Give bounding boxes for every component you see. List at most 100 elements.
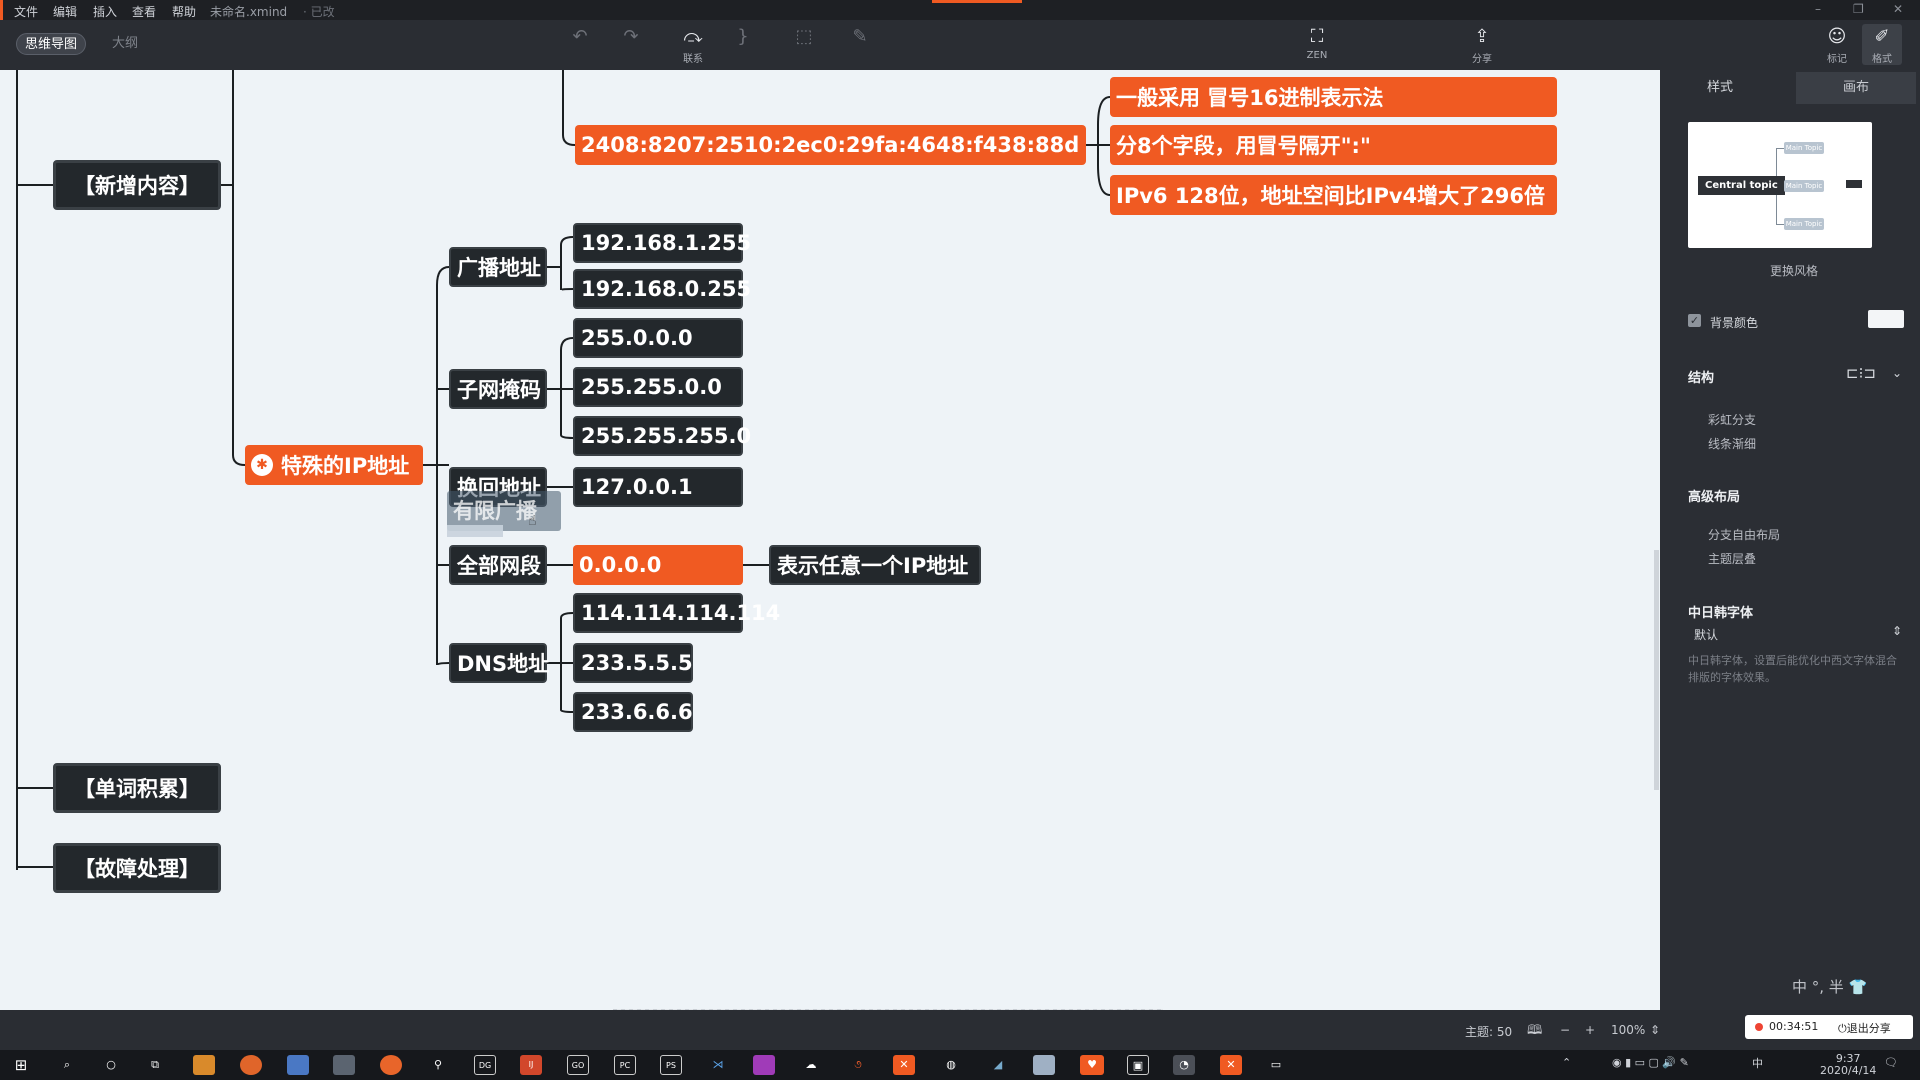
task-view-icon[interactable]: ⧉ — [144, 1055, 166, 1075]
app-icon-swirl[interactable]: ૭ — [847, 1055, 869, 1075]
zoom-out-button[interactable]: − — [1560, 1023, 1570, 1037]
goland-icon[interactable]: GO — [567, 1055, 589, 1075]
share-button[interactable]: ⇪ 分享 — [1462, 24, 1502, 65]
topic-dns[interactable]: DNS地址 — [449, 643, 549, 683]
panel-tab-canvas[interactable]: 画布 — [1796, 72, 1916, 104]
topic-ipv6-address[interactable]: 2408:8207:2510:2ec0:29fa:4648:f438:88d — [575, 125, 1086, 165]
browser-icon[interactable] — [240, 1055, 262, 1075]
tray-clock[interactable]: 9:37 2020/4/14 — [1820, 1053, 1876, 1077]
undo-button[interactable]: ↶ — [560, 24, 600, 50]
structure-icon[interactable]: ⊏⁝⊐ — [1846, 364, 1876, 382]
note-button[interactable]: ✎ — [840, 24, 880, 50]
zen-button[interactable]: ⛶ ZEN — [1297, 24, 1337, 61]
wechat-icon[interactable]: ◔ — [1173, 1055, 1195, 1075]
menu-file[interactable]: 文件 — [14, 3, 38, 20]
app-icon-doc[interactable] — [1033, 1055, 1055, 1075]
vscode-icon[interactable]: ⋊ — [707, 1055, 729, 1075]
topic-overlap-option[interactable]: 主题层叠 — [1708, 550, 1756, 567]
app-icon-cloud[interactable]: ☁ — [800, 1055, 822, 1075]
topic-subnet-mask-value-3[interactable]: 255.255.255.0 — [573, 416, 751, 456]
minimize-icon[interactable]: – — [1815, 2, 1821, 16]
zoom-in-button[interactable]: + — [1585, 1023, 1595, 1037]
store-icon[interactable] — [287, 1055, 309, 1075]
search-icon[interactable]: ⌕ — [56, 1055, 78, 1075]
free-layout-option[interactable]: 分支自由布局 — [1708, 526, 1780, 543]
mail-icon[interactable] — [333, 1055, 355, 1075]
map-view-icon[interactable]: 🕮 — [1527, 1021, 1542, 1043]
menu-help[interactable]: 帮助 — [172, 3, 196, 20]
windows-start-icon[interactable]: ⊞ — [10, 1055, 32, 1075]
rainbow-branch-option[interactable]: 彩虹分支 — [1708, 411, 1756, 428]
firefox-icon[interactable] — [380, 1055, 402, 1075]
relationship-button[interactable]: ⤼ 联系 — [673, 24, 713, 65]
menu-edit[interactable]: 编辑 — [53, 3, 77, 20]
zoom-level[interactable]: 100% — [1611, 1023, 1645, 1037]
panel-tab-style[interactable]: 样式 — [1660, 72, 1780, 104]
format-button[interactable]: ✐ 格式 — [1862, 24, 1902, 65]
topic-broadcast-value-2[interactable]: 192.168.0.255 — [573, 269, 751, 309]
app-icon-chrome[interactable]: ◍ — [940, 1055, 962, 1075]
mindmap-canvas[interactable]: 【新增内容】 【单词积累】 【故障处理】 2408:8207:2510:2ec0… — [0, 70, 1660, 1010]
cjk-font-select[interactable]: 默认 — [1694, 626, 1718, 643]
select-arrows-icon[interactable]: ⇕ — [1892, 624, 1902, 638]
intellij-icon[interactable]: IJ — [520, 1055, 542, 1075]
tab-outline[interactable]: 大纲 — [104, 33, 146, 55]
topic-ipv6-note-1[interactable]: 一般采用 冒号16进制表示法 — [1110, 77, 1557, 117]
topic-dns-value-3[interactable]: 233.6.6.6 — [573, 692, 693, 732]
topic-broadcast[interactable]: 广播地址 — [449, 247, 547, 287]
app-icon-purple[interactable] — [753, 1055, 775, 1075]
topic-loopback-value[interactable]: 127.0.0.1 — [573, 467, 743, 507]
pycharm-icon[interactable]: PC — [614, 1055, 636, 1075]
topic-dns-value-1[interactable]: 114.114.114.114 — [573, 593, 780, 633]
notification-icon[interactable]: 🗨 — [1884, 1057, 1898, 1069]
chevron-down-icon[interactable]: ⌄ — [1892, 366, 1902, 380]
redo-button[interactable]: ↷ — [611, 24, 651, 50]
drop-indicator — [447, 525, 503, 537]
topic-all-networks-value[interactable]: 0.0.0.0 — [573, 545, 743, 585]
tray-chevron-icon[interactable]: ⌃ — [1562, 1057, 1571, 1069]
topic-ipv6-note-3[interactable]: IPv6 128位，地址空间比IPv4增大了296倍 — [1110, 175, 1557, 215]
datagrip-icon[interactable]: DG — [474, 1055, 496, 1075]
topic-special-ip[interactable]: ✱ 特殊的IP地址 — [245, 445, 423, 485]
close-icon[interactable]: ✕ — [1893, 2, 1903, 16]
tab-mindmap[interactable]: 思维导图 — [16, 33, 87, 55]
summary-button[interactable]: } — [723, 24, 763, 50]
topic-broadcast-value-1[interactable]: 192.168.1.255 — [573, 223, 751, 263]
vertical-scrollbar[interactable] — [1654, 550, 1659, 790]
cortana-icon[interactable]: ○ — [100, 1055, 122, 1075]
topic-new-content[interactable]: 【新增内容】 — [53, 160, 221, 210]
bg-color-checkbox[interactable]: ✓ — [1688, 314, 1701, 327]
phpstorm-icon[interactable]: PS — [660, 1055, 682, 1075]
boundary-button[interactable]: ⬚ — [784, 24, 824, 50]
ime-indicator[interactable]: 中 — [1752, 1058, 1763, 1070]
tray-app-icons[interactable]: ◉ ▮ ▭ ▢ 🔊 ✎ — [1612, 1057, 1689, 1069]
app-icon-fin[interactable]: ◢ — [987, 1055, 1009, 1075]
file-explorer-icon[interactable] — [193, 1055, 215, 1075]
menu-insert[interactable]: 插入 — [93, 3, 117, 20]
topic-troubleshooting[interactable]: 【故障处理】 — [53, 843, 221, 893]
maximize-icon[interactable]: ❐ — [1853, 2, 1864, 16]
topic-subnet-mask[interactable]: 子网掩码 — [449, 369, 547, 409]
topic-all-networks[interactable]: 全部网段 — [449, 545, 547, 585]
topic-vocabulary[interactable]: 【单词积累】 — [53, 763, 221, 813]
app-icon-terminal[interactable]: ▭ — [1265, 1055, 1287, 1075]
xmind-taskbar-icon[interactable]: ✕ — [893, 1055, 915, 1075]
theme-thumbnail[interactable]: Central topic Main Topic Main Topic Main… — [1688, 122, 1872, 248]
topic-subnet-mask-value-2[interactable]: 255.255.0.0 — [573, 367, 743, 407]
exit-share-button[interactable]: ⏻退出分享 — [1838, 1020, 1891, 1036]
line-taper-option[interactable]: 线条渐细 — [1708, 435, 1756, 452]
topic-dns-value-2[interactable]: 233.5.5.5 — [573, 643, 693, 683]
app-icon-heart[interactable]: ♥ — [1080, 1055, 1104, 1075]
xmind-taskbar-icon-2[interactable]: ✕ — [1220, 1055, 1242, 1075]
marker-button[interactable]: ☺ 标记 — [1817, 24, 1857, 65]
tool-icon[interactable]: ⚲ — [427, 1055, 449, 1075]
zoom-arrows-icon[interactable]: ⇕ — [1650, 1023, 1660, 1037]
app-icon-screen[interactable]: ▣ — [1127, 1055, 1149, 1075]
bg-color-swatch[interactable] — [1868, 310, 1904, 328]
change-style-link[interactable]: 更换风格 — [1770, 262, 1818, 279]
menu-view[interactable]: 查看 — [132, 3, 156, 20]
topic-all-networks-note[interactable]: 表示任意一个IP地址 — [769, 545, 981, 585]
topic-subnet-mask-value-1[interactable]: 255.0.0.0 — [573, 318, 743, 358]
topic-ipv6-note-2[interactable]: 分8个字段，用冒号隔开":" — [1110, 125, 1557, 165]
share-label: 分享 — [1472, 54, 1492, 65]
